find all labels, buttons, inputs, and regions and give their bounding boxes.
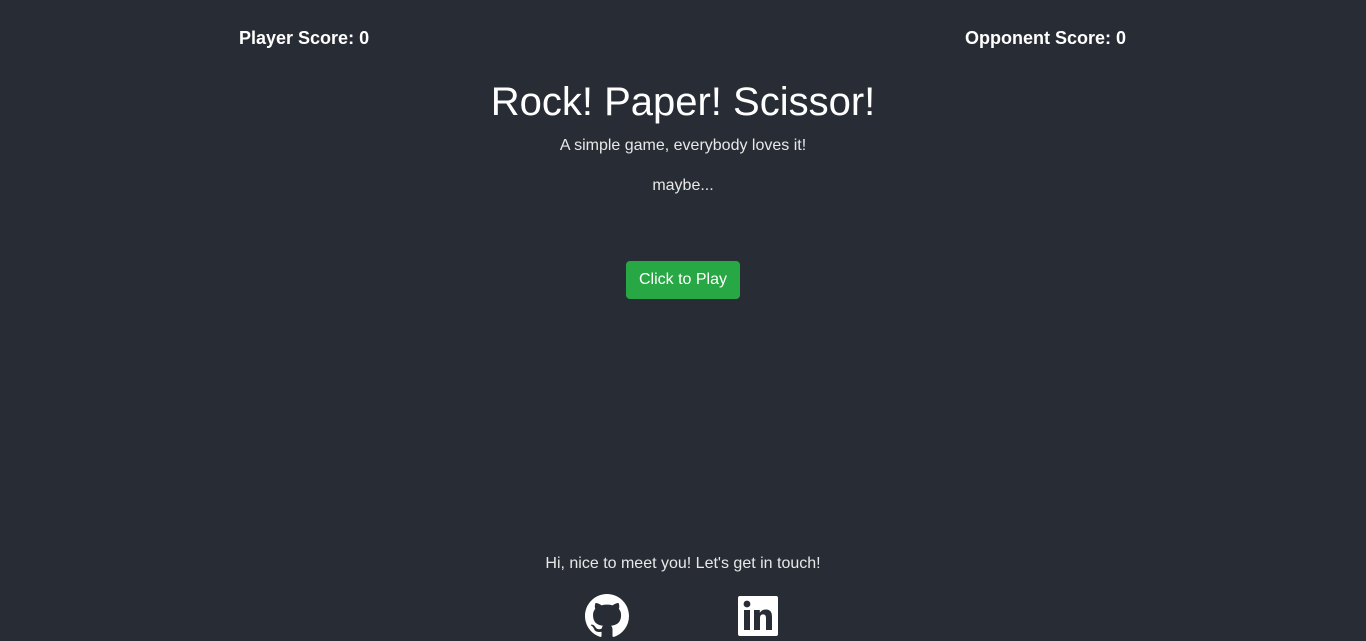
play-button[interactable]: Click to Play xyxy=(626,261,740,299)
game-page: Player Score: 0 Opponent Score: 0 Rock! … xyxy=(0,0,1366,641)
linkedin-icon xyxy=(738,596,778,636)
opponent-score: Opponent Score: 0 xyxy=(964,28,1126,48)
linkedin-link[interactable] xyxy=(736,594,780,638)
contact-text: Hi, nice to meet you! Let's get in touch… xyxy=(545,555,821,572)
game-subtitle: A simple game, everybody loves it! xyxy=(559,137,807,154)
game-tagline: maybe... xyxy=(652,177,714,194)
github-icon xyxy=(585,594,629,637)
game-title: Rock! Paper! Scissor! xyxy=(490,80,876,124)
github-link[interactable] xyxy=(585,594,629,638)
player-score: Player Score: 0 xyxy=(239,28,370,48)
